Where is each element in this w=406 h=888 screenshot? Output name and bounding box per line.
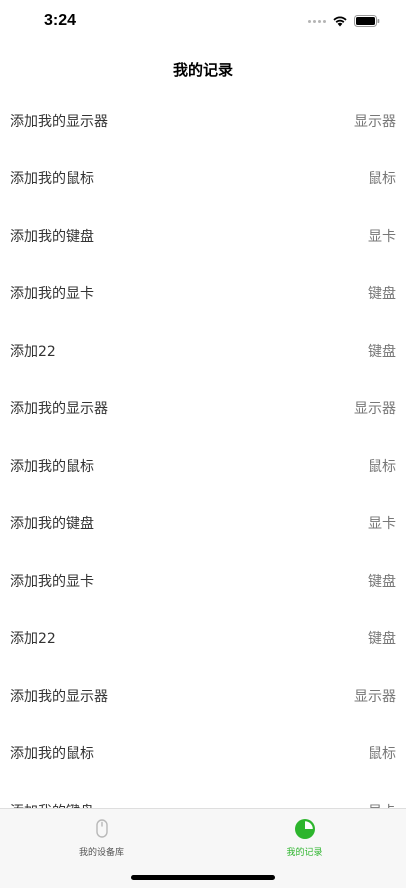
battery-icon: [354, 15, 380, 27]
record-title: 添加我的显卡: [10, 573, 94, 590]
list-item[interactable]: 添加我的显示器 显示器: [0, 92, 406, 150]
record-title: 添加我的键盘: [10, 228, 94, 245]
list-item[interactable]: 添加我的键盘 显卡: [0, 207, 406, 265]
tab-device-library[interactable]: 我的设备库: [0, 809, 203, 865]
list-item[interactable]: 添加我的键盘 显卡: [0, 782, 406, 808]
list-item[interactable]: 添加我的显卡 键盘: [0, 552, 406, 610]
record-title: 添加我的鼠标: [10, 458, 94, 475]
wifi-icon: [333, 16, 347, 27]
record-category: 显示器: [354, 688, 396, 705]
record-title: 添加我的显示器: [10, 113, 108, 130]
record-category: 显示器: [354, 401, 396, 418]
record-title: 添加22: [10, 631, 56, 648]
record-title: 添加我的显卡: [10, 286, 94, 303]
list-item[interactable]: 添加我的鼠标 鼠标: [0, 437, 406, 495]
list-item[interactable]: 添加我的键盘 显卡: [0, 495, 406, 553]
list-item[interactable]: 添加我的显卡 键盘: [0, 265, 406, 323]
list-item[interactable]: 添加22 键盘: [0, 322, 406, 380]
record-category: 键盘: [368, 573, 396, 590]
list-item[interactable]: 添加22 键盘: [0, 610, 406, 668]
record-category: 显卡: [368, 516, 396, 533]
record-category: 鼠标: [368, 458, 396, 475]
records-list[interactable]: 添加我的显示器 显示器 添加我的鼠标 鼠标 添加我的键盘 显卡 添加我的显卡 键盘 添加22 键盘…: [0, 92, 406, 808]
record-category: 鼠标: [368, 171, 396, 188]
status-bar: 3:24: [0, 0, 406, 46]
list-item[interactable]: 添加我的显示器 显示器: [0, 667, 406, 725]
record-category: 键盘: [368, 343, 396, 360]
status-icons: [308, 15, 380, 27]
navigation-bar: 我的记录: [0, 46, 406, 90]
mouse-icon: [95, 819, 108, 838]
tab-label: 我的记录: [286, 848, 323, 858]
list-item[interactable]: 添加我的显示器 显示器: [0, 380, 406, 438]
list-item[interactable]: 添加我的鼠标 鼠标: [0, 725, 406, 783]
tab-my-records[interactable]: 我的记录: [203, 809, 406, 865]
record-title: 添加我的键盘: [10, 801, 94, 808]
pie-chart-icon: [294, 819, 315, 839]
record-title: 添加我的显示器: [10, 401, 108, 418]
record-category: 鼠标: [368, 746, 396, 763]
record-title: 添加我的显示器: [10, 688, 108, 705]
record-category: 键盘: [368, 286, 396, 303]
record-category: 显卡: [368, 801, 396, 808]
cellular-signal-icon: [308, 19, 326, 23]
tab-label: 我的设备库: [78, 848, 124, 858]
record-category: 键盘: [368, 631, 396, 648]
status-time: 3:24: [44, 12, 77, 29]
record-title: 添加我的鼠标: [10, 746, 94, 763]
list-item[interactable]: 添加我的鼠标 鼠标: [0, 150, 406, 208]
record-title: 添加我的键盘: [10, 516, 94, 533]
record-title: 添加我的鼠标: [10, 171, 94, 188]
page-title: 我的记录: [172, 61, 233, 79]
record-category: 显卡: [368, 228, 396, 245]
home-indicator: [131, 875, 275, 880]
record-category: 显示器: [354, 113, 396, 130]
record-title: 添加22: [10, 343, 56, 360]
